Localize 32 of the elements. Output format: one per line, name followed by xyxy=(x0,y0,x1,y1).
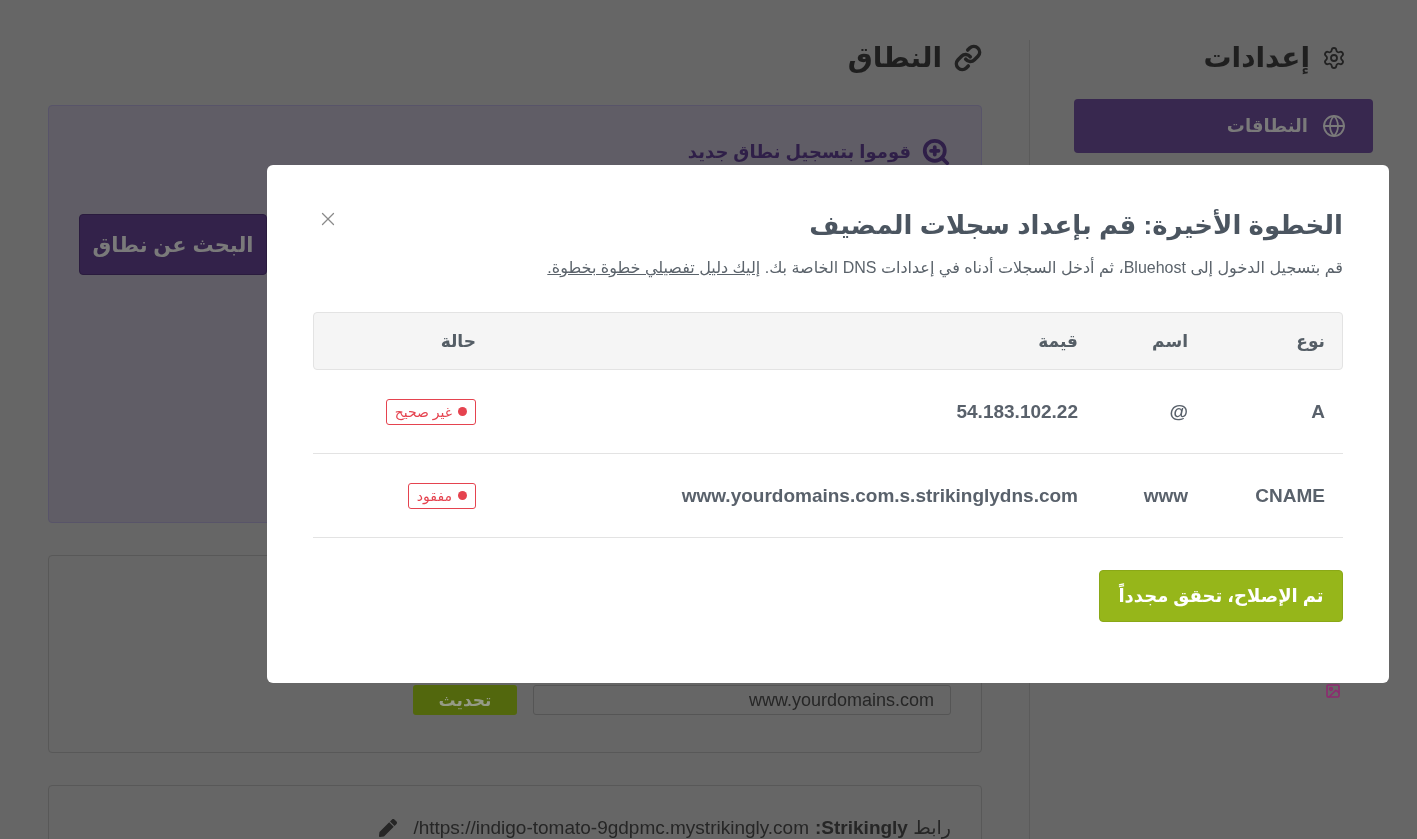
dialog-title: الخطوة الأخيرة: قم بإعداد سجلات المضيف xyxy=(809,208,1343,243)
status-dot-icon xyxy=(458,407,467,416)
status-dot-icon xyxy=(458,491,467,500)
pencil-icon[interactable] xyxy=(379,819,398,837)
image-icon xyxy=(1325,683,1341,699)
update-button[interactable]: تحديث xyxy=(413,685,517,715)
status-text: غير صحيح xyxy=(394,402,452,422)
column-header: حالة xyxy=(440,330,476,352)
page-title: النطاق xyxy=(847,41,942,75)
panel-heading: قوموا بتسجيل نطاق جديد xyxy=(687,141,911,165)
sidebar-item[interactable]: النطاقات xyxy=(1074,99,1373,153)
guide-link[interactable]: إليك دليل تفصيلي خطوة بخطوة. xyxy=(547,259,761,276)
search-domain-button[interactable]: البحث عن نطاق xyxy=(79,214,267,275)
table-cell: A xyxy=(1311,400,1325,423)
domain-input[interactable]: www.yourdomains.com xyxy=(533,685,951,715)
table-cell: @ xyxy=(1169,400,1188,423)
column-header: اسم xyxy=(1152,330,1188,352)
table-cell: www xyxy=(1143,484,1188,507)
dialog-description: قم بتسجيل الدخول إلى Bluehost، ثم أدخل السجلات أدناه في إعدادات DNS الخاصة بك. إليك دليل تفصيلي خطوة بخطوة. xyxy=(546,256,1343,280)
column-header: نوع xyxy=(1296,330,1325,352)
status-text: مفقود xyxy=(416,486,452,506)
settings-icon xyxy=(1322,46,1346,70)
site-url-link[interactable]: https://indigo-tomato-9gdpmc.mystrikingly.com/ xyxy=(413,817,810,839)
table-cell: 54.183.102.22 xyxy=(956,400,1078,423)
recheck-button[interactable]: تم الإصلاح، تحقق مجدداً xyxy=(1099,570,1343,622)
sidebar-title: إعدادات xyxy=(1203,41,1310,76)
globe-icon xyxy=(1322,114,1346,138)
table-cell: www.yourdomains.com.s.strikinglydns.com xyxy=(681,484,1078,507)
table-cell: CNAME xyxy=(1255,484,1325,507)
zoom-in-icon xyxy=(921,137,951,167)
link-icon xyxy=(954,44,982,72)
column-header: قيمة xyxy=(1038,330,1078,352)
